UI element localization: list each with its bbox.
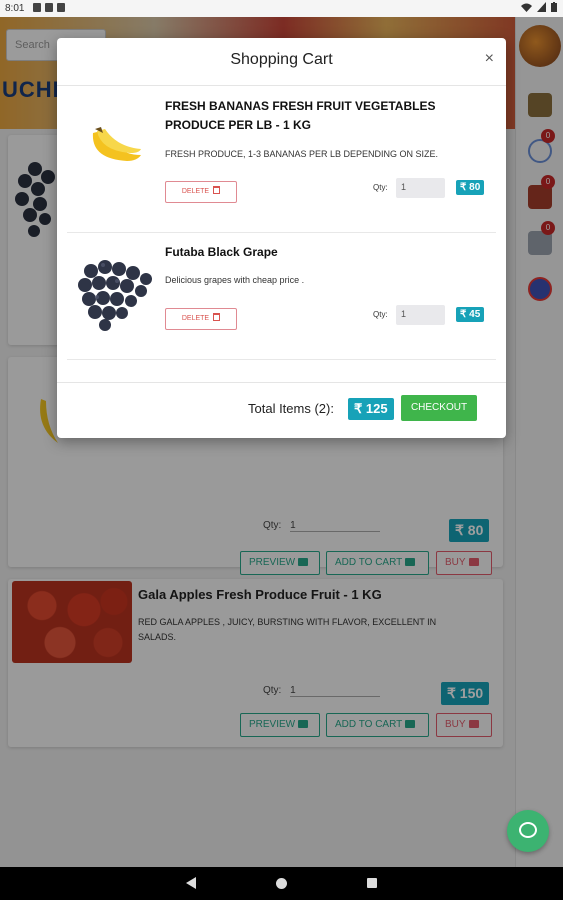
checkout-button[interactable]: CHECKOUT — [401, 395, 477, 421]
shopping-cart-modal: Shopping Cart × FRESH BANANAS FRESH FRUI… — [57, 38, 506, 438]
battery-icon — [551, 2, 557, 12]
navigation-bar — [0, 867, 563, 900]
status-time: 8:01 — [5, 3, 25, 14]
qty-input[interactable]: 1 — [396, 178, 445, 198]
notification-icon — [33, 3, 41, 12]
notification-icon — [45, 3, 53, 12]
total-price-badge: ₹ 125 — [348, 398, 394, 420]
price-badge: ₹ 80 — [456, 180, 485, 195]
cart-item-description: FRESH PRODUCE, 1-3 BANANAS PER LB DEPEND… — [165, 149, 439, 159]
status-bar: 8:01 — [0, 0, 563, 17]
delete-button[interactable]: DELETE — [165, 308, 237, 330]
wifi-icon — [521, 3, 532, 12]
modal-footer: Total Items (2): ₹ 125 CHECKOUT — [57, 382, 506, 438]
notification-icons — [33, 3, 65, 12]
delete-button[interactable]: DELETE — [165, 181, 237, 203]
back-icon[interactable] — [186, 877, 196, 889]
close-icon[interactable]: × — [485, 50, 494, 68]
recent-apps-icon[interactable] — [367, 878, 377, 888]
grapes-image — [78, 260, 152, 331]
price-badge: ₹ 45 — [456, 307, 485, 322]
total-items-label: Total Items (2): — [248, 401, 334, 416]
cart-item-name: Futaba Black Grape — [165, 245, 278, 259]
cart-item-name: FRESH BANANAS FRESH FRUIT VEGETABLES PRO… — [165, 99, 436, 132]
chat-button[interactable] — [507, 810, 549, 852]
cart-item: FRESH BANANAS FRESH FRUIT VEGETABLES PRO… — [67, 87, 496, 233]
notification-icon — [57, 3, 65, 12]
banana-image — [92, 127, 141, 161]
delete-label: DELETE — [181, 188, 210, 195]
delete-label: DELETE — [181, 315, 210, 322]
qty-label: Qty: — [373, 310, 388, 319]
modal-header: Shopping Cart × — [57, 38, 506, 86]
qty-label: Qty: — [373, 183, 388, 192]
qty-input[interactable]: 1 — [396, 305, 445, 325]
trash-icon — [213, 313, 221, 321]
signal-icon — [537, 2, 546, 12]
cart-item-description: Delicious grapes with cheap price . — [165, 275, 305, 285]
trash-icon — [213, 186, 221, 194]
chat-bubble-icon — [519, 822, 537, 838]
home-icon[interactable] — [276, 878, 287, 889]
system-icons — [521, 2, 557, 12]
cart-item: Futaba Black Grape Delicious grapes with… — [67, 233, 496, 360]
modal-title: Shopping Cart — [230, 51, 333, 68]
